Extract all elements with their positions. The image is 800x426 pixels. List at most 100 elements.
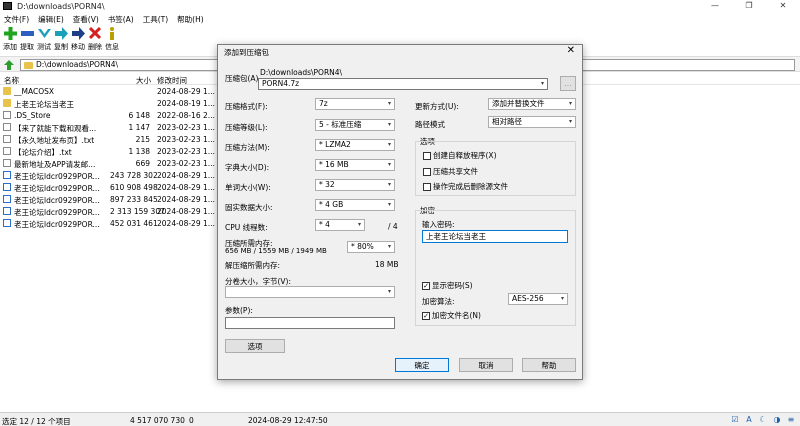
file-icon — [3, 147, 11, 155]
ok-button[interactable]: 确定 — [395, 358, 449, 372]
encryption-method-value: AES-256 — [512, 294, 544, 303]
file-name: 【来了就能下载和观看... — [14, 124, 97, 133]
close-button[interactable]: ✕ — [766, 0, 800, 12]
browse-button[interactable]: ... — [560, 76, 576, 91]
menu-edit[interactable]: 编辑(E) — [38, 14, 64, 25]
show-password-checkbox[interactable]: ✓ 显示密码(S) — [422, 280, 473, 291]
add-button[interactable]: 添加 — [2, 26, 18, 54]
file-name: 上老王论坛当老王 — [14, 100, 74, 109]
file-name: 老王论坛ldcr0929POR... — [14, 196, 100, 205]
path-mode-label: 路径模式 — [415, 120, 445, 129]
dialog-close-button[interactable]: ✕ — [567, 45, 575, 56]
options-button[interactable]: 选项 — [225, 339, 285, 353]
moon-icon[interactable]: ☾ — [758, 415, 768, 425]
params-input[interactable] — [225, 317, 395, 329]
path-mode-select[interactable]: 相对路径 ▾ — [488, 116, 576, 128]
file-size: 897 233 845 — [110, 195, 158, 204]
archive-path: D:\downloads\PORN4\ — [260, 68, 343, 77]
chevron-down-icon: ▾ — [387, 121, 391, 128]
test-button[interactable]: 测试 — [36, 26, 52, 54]
encrypt-names-checkbox[interactable]: ✓ 加密文件名(N) — [422, 310, 481, 321]
password-input[interactable]: 上老王论坛当老王 — [422, 230, 568, 243]
menu-file[interactable]: 文件(F) — [4, 14, 29, 25]
menu-icon[interactable]: ≡ — [786, 415, 796, 425]
split-size-select[interactable]: ▾ — [225, 286, 395, 298]
word-size-label: 单词大小(W): — [225, 183, 271, 192]
level-value: 5 - 标准压缩 — [319, 120, 362, 129]
status-packed: 0 — [189, 416, 194, 425]
encryption-method-select[interactable]: AES-256 ▾ — [508, 293, 568, 305]
column-size[interactable]: 大小 — [136, 75, 151, 86]
file-date: 2023-02-23 1... — [157, 123, 215, 132]
font-icon[interactable]: A — [744, 415, 754, 425]
method-value: * LZMA2 — [319, 140, 351, 149]
file-date: 2023-02-23 1... — [157, 135, 215, 144]
file-icon — [3, 159, 11, 167]
file-name: 最新地址及APP请发邮... — [14, 160, 96, 169]
file-size: 243 728 302 — [110, 171, 158, 180]
archive-file-icon — [3, 195, 11, 203]
folder-icon — [3, 99, 11, 107]
address-text: D:\downloads\PORN4\ — [36, 60, 119, 69]
help-button[interactable]: 帮助 — [522, 358, 576, 372]
info-button[interactable]: 信息 — [104, 26, 120, 54]
move-label: 移动 — [71, 43, 85, 51]
sfx-checkbox[interactable]: 创建自释放程序(X) — [423, 150, 497, 161]
archive-file-icon — [3, 207, 11, 215]
file-date: 2024-08-29 1... — [157, 183, 215, 192]
threads-select[interactable]: * 4 ▾ — [315, 219, 365, 231]
format-value: 7z — [319, 99, 328, 108]
app-icon — [3, 2, 12, 10]
up-folder-icon[interactable] — [4, 60, 14, 70]
solid-size-label: 固实数据大小: — [225, 203, 273, 212]
chevron-down-icon[interactable]: ▾ — [541, 79, 544, 89]
file-name: 【论坛介绍】.txt — [14, 148, 72, 157]
delete-after-checkbox[interactable]: 操作完成后删除源文件 — [423, 181, 508, 192]
method-select[interactable]: * LZMA2 ▾ — [315, 139, 395, 151]
column-modified[interactable]: 修改时间 — [157, 75, 187, 86]
memory-usage-value: * 80% — [351, 242, 374, 251]
delete-icon — [88, 26, 102, 40]
chevron-down-icon: ▾ — [387, 181, 391, 188]
maximize-button[interactable]: ❐ — [732, 0, 766, 12]
column-name[interactable]: 名称 — [4, 75, 19, 86]
move-button[interactable]: 移动 — [70, 26, 86, 54]
delete-button[interactable]: 删除 — [87, 26, 103, 54]
chevron-down-icon: ▾ — [568, 100, 572, 107]
contrast-icon[interactable]: ◑ — [772, 415, 782, 425]
format-select[interactable]: 7z ▾ — [315, 98, 395, 110]
copy-button[interactable]: 复制 — [53, 26, 69, 54]
memory-usage-select[interactable]: * 80% ▾ — [347, 241, 395, 253]
file-icon — [3, 135, 11, 143]
minimize-button[interactable]: — — [698, 0, 732, 12]
extract-button[interactable]: 提取 — [19, 26, 35, 54]
status-bar: 选定 12 / 12 个项目 4 517 070 730 0 2024-08-2… — [0, 412, 800, 426]
dictionary-value: * 16 MB — [319, 160, 349, 169]
word-size-select[interactable]: * 32 ▾ — [315, 179, 395, 191]
menu-help[interactable]: 帮助(H) — [177, 14, 204, 25]
status-total-size: 4 517 070 730 — [130, 416, 185, 425]
move-icon — [71, 26, 85, 40]
threads-value: * 4 — [319, 220, 330, 229]
file-size: 1 138 — [128, 147, 150, 156]
menu-bookmarks[interactable]: 书签(A) — [108, 14, 134, 25]
file-name: 【永久地址发布页】.txt — [14, 136, 95, 145]
update-mode-value: 添加并替换文件 — [492, 99, 545, 108]
solid-size-select[interactable]: * 4 GB ▾ — [315, 199, 395, 211]
dictionary-select[interactable]: * 16 MB ▾ — [315, 159, 395, 171]
update-mode-select[interactable]: 添加并替换文件 ▾ — [488, 98, 576, 110]
level-select[interactable]: 5 - 标准压缩 ▾ — [315, 119, 395, 131]
cancel-button[interactable]: 取消 — [459, 358, 513, 372]
menu-view[interactable]: 查看(V) — [73, 14, 99, 25]
shared-files-checkbox[interactable]: 压缩共享文件 — [423, 166, 478, 177]
checklist-icon[interactable]: ☑ — [730, 415, 740, 425]
archive-file-icon — [3, 183, 11, 191]
chevron-down-icon: ▾ — [568, 118, 572, 125]
file-name: 老王论坛ldcr0929POR... — [14, 184, 100, 193]
archive-name-input[interactable]: PORN4.7z ▾ — [258, 78, 548, 90]
chevron-down-icon: ▾ — [387, 288, 391, 295]
test-icon — [37, 26, 51, 40]
menu-tools[interactable]: 工具(T) — [143, 14, 168, 25]
add-icon — [3, 26, 17, 40]
file-size: 452 031 461 — [110, 219, 158, 228]
